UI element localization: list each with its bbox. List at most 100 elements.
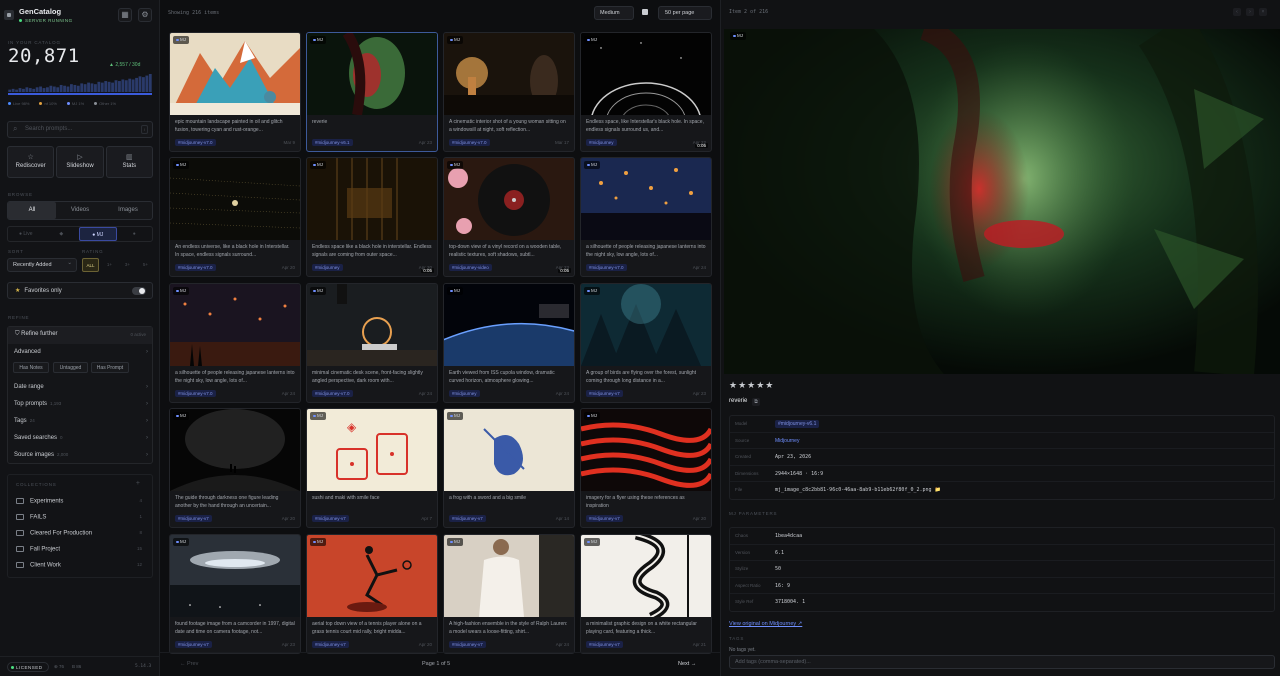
thumbnail-image[interactable] [444,33,574,115]
model-tag[interactable]: #midjourney [312,264,343,271]
rediscover-button[interactable]: ☆ Rediscover [7,146,55,178]
add-tags-input[interactable]: Add tags (comma-separated)... [729,655,1275,669]
image-card[interactable]: MJ epic mountain landscape painted in oil… [169,32,301,152]
thumbnail-image[interactable] [444,158,574,240]
gear-icon[interactable]: ⚙ [138,8,152,22]
image-card[interactable]: MJ minimal cinematic desk scene, front-fa… [306,283,438,403]
metadata-value[interactable]: Midjourney [775,438,799,444]
thumbnail-image[interactable] [170,33,300,115]
star-rating[interactable]: ★★★★★ [729,380,774,391]
favorites-toggle-row[interactable]: ★ Favorites only [7,282,153,299]
refine-header[interactable]: ⛉ Refine further 0 active [8,327,152,344]
collection-item[interactable]: Fall Project 15 [16,546,144,553]
model-tag[interactable]: #midjourney [449,390,480,397]
rating-1-plus[interactable]: 1+ [102,258,117,272]
image-card[interactable]: MJ found footage image from a camcorder i… [169,534,301,654]
model-tag[interactable]: #midjourney-v7 [312,515,349,522]
image-card[interactable]: ◈ MJ sushi and maki with smile face #midjou… [306,408,438,528]
image-card[interactable]: MJ Earth viewed from ISS cupola window, d… [443,283,575,403]
image-card[interactable]: MJ a frog with a sword and a big smile #mi… [443,408,575,528]
image-card[interactable]: MJ A high-fashion ensemble in the style o… [443,534,575,654]
image-card[interactable]: MJ A group of birds are flying over the f… [580,283,712,403]
stats-button[interactable]: ▥ Stats [105,146,153,178]
image-card[interactable]: MJ The guide through darkness one figure … [169,408,301,528]
model-tag[interactable]: #midjourney-v7 [175,641,212,648]
view-original-link[interactable]: View original on Midjourney ↗ [729,621,802,627]
collection-item[interactable]: FAILS 1 [16,514,144,521]
model-tag[interactable]: #midjourney-v6.1 [312,139,353,146]
model-tag[interactable]: #midjourney-v7 [586,515,623,522]
top-prompts-row[interactable]: Top prompts 1,193 › [14,401,148,407]
chevron-left-icon[interactable]: ‹ [1233,8,1241,16]
model-tag[interactable]: #midjourney-v7 [312,641,349,648]
model-tag[interactable]: #midjourney-v7.0 [175,390,216,397]
slideshow-button[interactable]: ▷ Slideshow [56,146,104,178]
thumbnail-image[interactable] [581,158,711,240]
rating-3-plus[interactable]: 3+ [120,258,135,272]
next-page-button[interactable]: Next → [678,661,696,667]
model-tag[interactable]: #midjourney-v7 [586,641,623,648]
collection-item[interactable]: Experiments 4 [16,498,144,505]
chevron-right-icon[interactable]: › [1246,8,1254,16]
thumbnail-image[interactable] [581,284,711,366]
model-tag[interactable]: #midjourney-v7.0 [175,139,216,146]
per-page-select[interactable]: 50 per page [658,6,712,20]
add-collection-icon[interactable]: + [136,480,140,487]
image-card[interactable]: MJ A cinematic interior shot of a young w… [443,32,575,152]
date-range-row[interactable]: Date range › [14,384,148,390]
thumbnail-image[interactable] [307,284,437,366]
model-tag[interactable]: #midjourney-v7 [449,515,486,522]
thumbnail-image[interactable] [307,158,437,240]
thumbnail-image[interactable] [581,409,711,491]
image-card[interactable]: MJ 0:05 Endless space like a black hole in… [306,157,438,277]
image-card[interactable]: MJ An endless universe, like a black hole… [169,157,301,277]
favorites-toggle[interactable] [132,287,146,295]
model-tag[interactable]: #midjourney-v7.0 [312,390,353,397]
collection-item[interactable]: Client Work 12 [16,562,144,569]
model-tag[interactable]: #midjourney-v7.0 [175,264,216,271]
source-other[interactable]: ◆ [44,227,80,241]
image-card[interactable]: MJ 0:05 Endless space, like Interstellar's… [580,32,712,152]
thumbnail-image[interactable] [170,535,300,617]
source-live[interactable]: ● Live [8,227,44,241]
prev-page-button[interactable]: ← Prev [180,661,198,667]
model-tag[interactable]: #midjourney-v7.0 [586,264,627,271]
model-tag[interactable]: #midjourney-v7.0 [449,139,490,146]
image-card[interactable]: MJ a minimalist graphic design on a white… [580,534,712,654]
thumbnail-image[interactable] [170,409,300,491]
thumbnail-image[interactable] [444,284,574,366]
video-toggle-checkbox[interactable] [642,9,648,15]
type-videos[interactable]: Videos [56,202,104,219]
image-card[interactable]: MJ 0:05 top-down view of a vinyl record on… [443,157,575,277]
source-extra[interactable]: ● [117,227,153,241]
model-tag[interactable]: #midjourney [586,139,617,146]
tags-row[interactable]: Tags 24 › [14,418,148,424]
chip-has-notes[interactable]: Has Notes [13,362,49,373]
sort-select[interactable]: Recently Added [7,258,77,272]
source-images-row[interactable]: Source images 2,000 › [14,452,148,458]
thumbnail-image[interactable] [170,158,300,240]
model-tag[interactable]: #midjourney-v7 [175,515,212,522]
chip-has-prompt[interactable]: Has Prompt [91,362,129,373]
thumbnail-image[interactable] [581,535,711,617]
thumbnail-image[interactable] [444,535,574,617]
collection-item[interactable]: Cleared For Production 8 [16,530,144,537]
thumbnail-image[interactable] [170,284,300,366]
thumbnail-image[interactable] [444,409,574,491]
copy-icon[interactable]: ⧉ [752,398,760,406]
model-tag[interactable]: #midjourney-v7 [586,390,623,397]
thumbnail-image[interactable] [307,535,437,617]
preview-image[interactable]: MJ [724,29,1280,374]
advanced-row[interactable]: Advanced › [14,349,148,355]
thumbnail-image[interactable] [307,33,437,115]
saved-searches-row[interactable]: Saved searches 0 › [14,435,148,441]
source-mj[interactable]: ● MJ [79,227,117,241]
rating-all[interactable]: ALL [82,258,99,272]
thumbnail-image[interactable]: ◈ [307,409,437,491]
model-tag[interactable]: #midjourney-v7 [449,641,486,648]
thumb-size-select[interactable]: Medium [594,6,634,20]
image-card[interactable]: MJ aerial top down view of a tennis playe… [306,534,438,654]
image-card[interactable]: MJ a silhouette of people releasing japan… [169,283,301,403]
thumbnail-image[interactable] [581,33,711,115]
close-icon[interactable]: × [1259,8,1267,16]
